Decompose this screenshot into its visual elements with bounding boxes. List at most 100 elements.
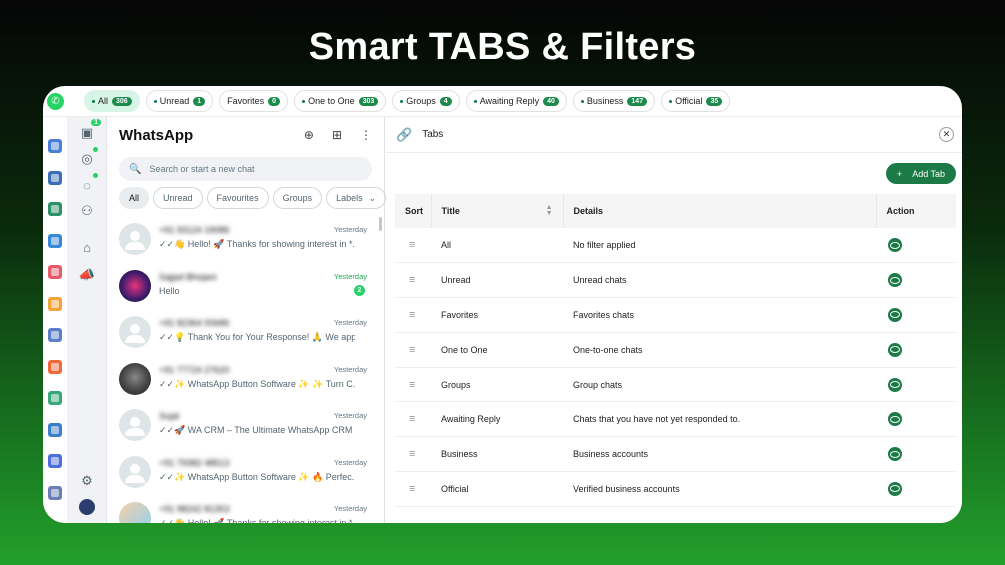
search-icon: 🔍 (129, 163, 142, 175)
filter-pill-official[interactable]: Official 35 (661, 90, 731, 112)
chip-label: Groups (282, 193, 313, 203)
view-eye-icon[interactable] (888, 307, 902, 322)
column-header-title[interactable]: Title ▲ ▼ (431, 194, 564, 228)
filter-pill-unread[interactable]: Unread 1 (145, 90, 214, 112)
unread-badge: 2 (354, 284, 365, 296)
whatsapp-nav-rail: ▣ 1 ◎ ◌ ⚇ ⌂ 📣 ⚙ (67, 117, 107, 523)
chat-time: Yesterday (333, 271, 367, 281)
chip-all[interactable]: All (119, 187, 150, 209)
store-icon[interactable]: ⌂ (77, 237, 97, 257)
view-eye-icon[interactable] (888, 412, 902, 427)
view-eye-icon[interactable] (888, 342, 902, 357)
notes-icon[interactable] (48, 202, 62, 216)
workflow-icon[interactable] (48, 391, 62, 405)
extension-toolbar (43, 117, 67, 523)
monitor-icon[interactable] (48, 422, 62, 437)
close-button[interactable]: ✕ (939, 127, 954, 142)
status-icon[interactable]: ◎ (77, 147, 98, 169)
drag-handle-icon[interactable]: ≡ (409, 274, 415, 286)
channels-icon[interactable]: ◌ (77, 173, 98, 195)
view-eye-icon[interactable] (888, 238, 902, 253)
chat-row[interactable]: +91 82364 00686 Yesterday ✓✓💡 Thank You fo… (107, 310, 377, 357)
calendar-icon[interactable] (48, 265, 62, 279)
profile-avatar[interactable] (77, 497, 97, 517)
filter-pill-one-to-one[interactable]: One to One 303 (294, 90, 387, 112)
chat-name: +91 93124 19086 (159, 225, 230, 235)
table-row: ≡ Groups Group chats (395, 367, 956, 403)
link-icon: 🔗 (396, 126, 413, 142)
chat-preview: ✓✓✨ WhatsApp Button Software ✨ ✨ Turn C.… (159, 378, 355, 389)
drag-handle-icon[interactable]: ≡ (409, 483, 415, 495)
search-input[interactable]: 🔍 Search or start a new chat (119, 157, 372, 181)
notification-icon[interactable] (48, 359, 62, 374)
pill-count: 0 (268, 96, 281, 106)
filter-pill-awaiting-reply[interactable]: Awaiting Reply 40 (465, 90, 567, 112)
new-chat-icon[interactable]: ⊕ (304, 128, 314, 142)
table-row: ≡ Favorites Favorites chats (395, 297, 956, 333)
new-group-icon[interactable]: ⊞ (332, 128, 342, 142)
avatar (119, 362, 151, 395)
tab-title: One to One (431, 332, 563, 368)
column-header-details: Details (563, 194, 877, 228)
contacts-icon[interactable] (48, 233, 62, 248)
avatar (119, 269, 151, 302)
drag-handle-icon[interactable]: ≡ (409, 413, 415, 425)
menu-icon[interactable]: ⋮ (360, 128, 372, 142)
add-tab-label: Add Tab (912, 168, 946, 179)
view-eye-icon[interactable] (888, 447, 902, 462)
chat-row[interactable]: Sajjad Bhojani Yesterday Hello 2 (107, 264, 377, 311)
column-header-label: Title (441, 206, 460, 216)
chat-row[interactable]: +91 93124 19086 Yesterday ✓✓👋 Hello! 🚀 Tha… (107, 217, 377, 264)
settings-gear-icon[interactable] (48, 454, 62, 468)
chip-favourites[interactable]: Favourites (206, 187, 269, 209)
broadcast-icon[interactable] (48, 170, 62, 185)
tab-details: Business accounts (563, 436, 876, 473)
avatar (119, 502, 151, 523)
filter-pill-business[interactable]: Business 147 (572, 90, 656, 112)
chat-list-scrollbar[interactable] (379, 217, 382, 231)
megaphone-icon[interactable]: 📣 (77, 265, 97, 285)
pill-count: 303 (358, 96, 379, 106)
communities-icon[interactable]: ⚇ (77, 201, 97, 221)
chip-label: Labels (336, 193, 363, 203)
filter-pill-all[interactable]: All 306 (84, 90, 140, 112)
chat-row[interactable]: Sujal Yesterday ✓✓🚀 WA CRM – The Ultimate … (107, 403, 377, 450)
view-eye-icon[interactable] (888, 481, 902, 496)
chat-preview: ✓✓✨ WhatsApp Button Software ✨ 🔥 Perfec.… (159, 471, 355, 482)
table-row: ≡ Official Verified business accounts (395, 471, 956, 507)
chip-label: All (129, 193, 140, 203)
pill-count: 40 (543, 96, 559, 106)
pill-label: All (98, 96, 109, 106)
tab-title: All (431, 228, 563, 264)
add-tab-button[interactable]: + Add Tab (886, 163, 956, 184)
tab-title: Awaiting Reply (431, 401, 563, 438)
template-icon[interactable] (48, 328, 62, 342)
user-group-icon[interactable] (48, 485, 62, 500)
drag-handle-icon[interactable]: ≡ (409, 309, 415, 321)
sort-toggle-icon[interactable]: ▲ ▼ (546, 204, 553, 217)
pill-label: Groups (406, 96, 436, 106)
chat-row[interactable]: +91 98242 81353 Yesterday ✓✓👋 Hello! 🚀 Tha… (107, 496, 377, 523)
filter-pill-groups[interactable]: Groups 4 (392, 90, 460, 112)
chip-labels[interactable]: Labels ⌄ (326, 187, 387, 209)
chat-preview: ✓✓🚀 WA CRM – The Ultimate WhatsApp CRM f… (159, 425, 355, 435)
drag-handle-icon[interactable]: ≡ (409, 344, 415, 356)
chat-time: Yesterday (333, 411, 367, 420)
chip-groups[interactable]: Groups (272, 187, 323, 209)
settings-icon[interactable]: ⚙ (77, 471, 97, 491)
chip-unread[interactable]: Unread (153, 187, 203, 209)
view-eye-icon[interactable] (888, 377, 902, 392)
pill-dot (473, 99, 477, 103)
drag-handle-icon[interactable]: ≡ (409, 379, 415, 391)
tabs-panel: 🔗 Tabs ✕ + Add Tab Sort Title ▲ ▼ Details Act… (386, 117, 962, 523)
chat-icon[interactable] (48, 139, 62, 153)
filter-pill-favorites[interactable]: Favorites 0 (219, 90, 289, 112)
chat-rows: +91 93124 19086 Yesterday ✓✓👋 Hello! 🚀 Tha… (107, 217, 377, 523)
chat-row[interactable]: +91 79382 48513 Yesterday ✓✓✨ WhatsApp But… (107, 450, 377, 497)
reminder-icon[interactable] (48, 296, 62, 311)
chat-row[interactable]: +91 77724 27620 Yesterday ✓✓✨ WhatsApp But… (107, 357, 377, 404)
drag-handle-icon[interactable]: ≡ (409, 448, 415, 460)
drag-handle-icon[interactable]: ≡ (409, 239, 415, 251)
view-eye-icon[interactable] (888, 273, 902, 288)
chats-icon[interactable]: ▣ 1 (77, 119, 101, 143)
